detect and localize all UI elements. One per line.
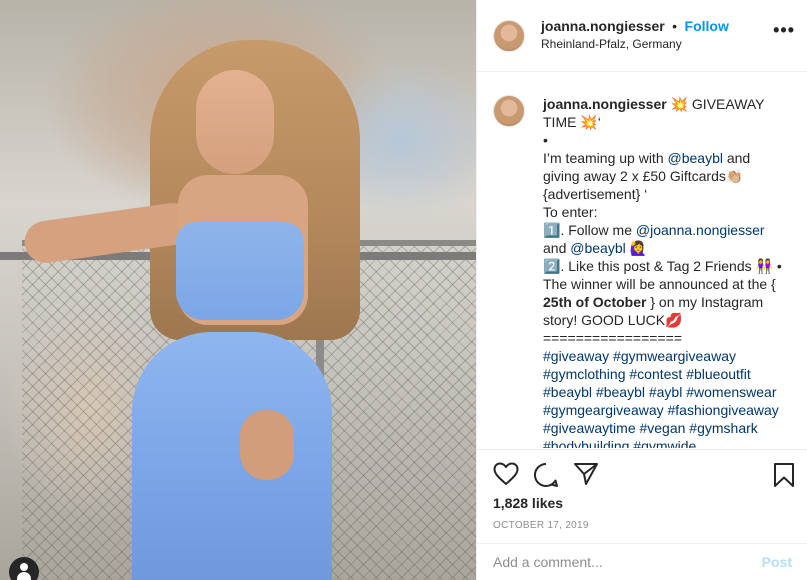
hashtags[interactable]: #giveaway #gymweargiveaway #gymclothing … (543, 347, 787, 448)
action-bar (477, 449, 807, 494)
comment-input[interactable] (493, 554, 762, 570)
post-header: joanna.nongiesser • Follow Rheinland-Pfa… (477, 0, 807, 72)
mention-link[interactable]: @beaybl (570, 240, 625, 256)
comments-section[interactable]: joanna.nongiesser 💥 GIVEAWAY TIME 💥‘ • I… (477, 73, 807, 448)
mention-link[interactable]: @joanna.nongiesser (636, 222, 765, 238)
likes-count[interactable]: 1,828 likes (493, 495, 563, 511)
photo-hand (240, 410, 294, 480)
post-date: OCTOBER 17, 2019 (493, 520, 589, 531)
bookmark-icon[interactable] (773, 462, 795, 493)
tagged-user-icon[interactable] (9, 557, 39, 580)
more-options-icon[interactable]: ••• (773, 21, 795, 39)
share-icon[interactable] (573, 462, 599, 491)
photo-leggings (132, 332, 332, 580)
caption-username[interactable]: joanna.nongiesser (543, 96, 667, 112)
post-photo[interactable] (0, 0, 476, 580)
caption: joanna.nongiesser 💥 GIVEAWAY TIME 💥‘ • I… (493, 95, 792, 448)
header-username[interactable]: joanna.nongiesser (541, 18, 665, 34)
photo-sports-top (176, 222, 304, 320)
caption-text: joanna.nongiesser 💥 GIVEAWAY TIME 💥‘ • I… (543, 95, 787, 448)
location-link[interactable]: Rheinland-Pfalz, Germany (541, 36, 729, 53)
separator-dot: • (672, 18, 678, 34)
post-sidebar: joanna.nongiesser • Follow Rheinland-Pfa… (476, 0, 807, 580)
follow-button[interactable]: Follow (685, 18, 729, 34)
comment-bar: Post (477, 543, 807, 580)
comment-icon[interactable] (533, 462, 559, 493)
photo-face (196, 70, 274, 174)
avatar[interactable] (493, 19, 525, 52)
post-comment-button[interactable]: Post (762, 554, 792, 570)
heart-icon[interactable] (493, 462, 519, 491)
caption-avatar[interactable] (493, 95, 525, 127)
mention-link[interactable]: @beaybl (668, 150, 723, 166)
